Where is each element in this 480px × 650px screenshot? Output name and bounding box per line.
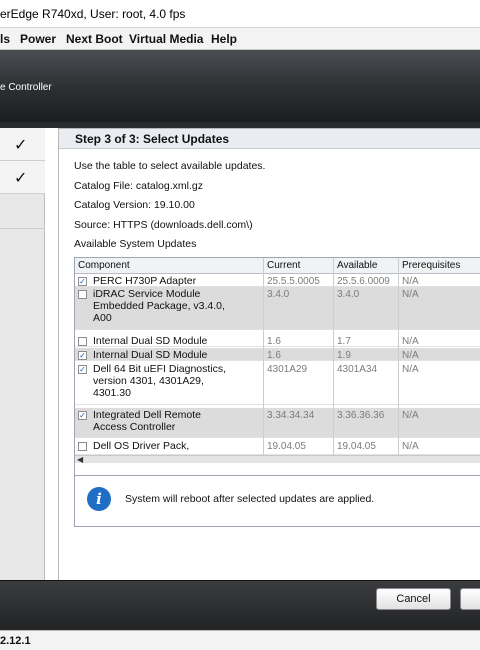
prerequisites-value: N/A (402, 410, 419, 421)
prerequisites-value: N/A (402, 441, 419, 452)
column-divider (398, 258, 399, 455)
column-divider (263, 258, 264, 455)
update-checkbox[interactable] (78, 337, 87, 346)
reboot-notice: i System will reboot after selected upda… (74, 475, 480, 527)
window-title: erEdge R740xd, User: root, 4.0 fps (0, 7, 186, 21)
component-name: Integrated Dell Remote Access Controller (93, 409, 201, 433)
update-checkbox[interactable] (78, 290, 87, 299)
scroll-left-arrow-icon[interactable]: ◀ (77, 455, 83, 464)
table-row[interactable]: ✓ PERC H730P Adapter 25.5.5.0005 25.5.6.… (75, 274, 480, 287)
source-text: Source: HTTPS (downloads.dell.com\) (74, 219, 253, 231)
component-name: Internal Dual SD Module (93, 335, 208, 347)
available-version: 19.04.05 (337, 441, 376, 452)
menu-virtual-media[interactable]: Virtual Media (129, 32, 203, 46)
update-checkbox[interactable]: ✓ (78, 365, 87, 374)
cancel-button[interactable]: Cancel (376, 588, 451, 610)
current-version: 3.34.34.34 (267, 410, 315, 421)
available-version: 3.4.0 (337, 289, 360, 300)
current-version: 3.4.0 (267, 289, 290, 300)
column-header-component[interactable]: Component (78, 260, 130, 271)
main-panel: Step 3 of 3: Select Updates Use the tabl… (58, 128, 480, 580)
menu-next-boot[interactable]: Next Boot (66, 32, 123, 46)
table-row[interactable]: Dell OS Driver Pack, 19.04.05, A00 19.04… (75, 439, 480, 455)
menu-power[interactable]: Power (20, 32, 56, 46)
banner-title: e Controller (0, 82, 52, 93)
component-name: Dell OS Driver Pack, 19.04.05, A00 (93, 440, 190, 454)
available-version: 1.7 (337, 336, 351, 347)
update-checkbox[interactable]: ✓ (78, 277, 87, 286)
instructions-text: Use the table to select available update… (74, 160, 266, 172)
wizard-step-2[interactable]: ✓ (0, 161, 45, 194)
check-icon: ✓ (14, 137, 28, 154)
prerequisites-value: N/A (402, 350, 419, 361)
current-version: 1.6 (267, 336, 281, 347)
available-version: 4301A34 (337, 364, 378, 375)
table-row[interactable]: Internal Dual SD Module 1.6 1.7 N/A (75, 334, 480, 347)
info-icon: i (87, 487, 111, 511)
wizard-steps-sidebar: ✓ ✓ (0, 128, 45, 580)
prerequisites-value: N/A (402, 289, 419, 300)
available-version: 3.36.36.36 (337, 410, 385, 421)
component-name: PERC H730P Adapter (93, 275, 197, 287)
column-header-current[interactable]: Current (267, 260, 300, 271)
sidebar-divider (0, 228, 45, 229)
column-divider (333, 258, 334, 455)
header-banner: e Controller (0, 50, 480, 122)
version-text: 2.12.1 (0, 635, 31, 647)
update-checkbox[interactable] (78, 442, 87, 451)
horizontal-scrollbar[interactable]: ◀ (75, 455, 480, 464)
update-checkbox[interactable]: ✓ (78, 411, 87, 420)
dialog-footer: Cancel (0, 580, 480, 630)
page-title: Step 3 of 3: Select Updates (75, 132, 230, 146)
check-icon: ✓ (14, 170, 28, 187)
status-bar: 2.12.1 (0, 630, 480, 650)
component-name: Internal Dual SD Module (93, 349, 208, 361)
menu-bar: ls Power Next Boot Virtual Media Help (0, 28, 480, 50)
window-titlebar: erEdge R740xd, User: root, 4.0 fps (0, 0, 480, 28)
prerequisites-value: N/A (402, 336, 419, 347)
menu-help[interactable]: Help (211, 32, 237, 46)
current-version: 19.04.05 (267, 441, 306, 452)
table-row[interactable]: ✓ Dell 64 Bit uEFI Diagnostics, version … (75, 362, 480, 405)
reboot-notice-text: System will reboot after selected update… (125, 493, 375, 505)
finish-button[interactable] (460, 588, 480, 610)
table-row[interactable]: iDRAC Service Module Embedded Package, v… (75, 287, 480, 330)
catalog-version-text: Catalog Version: 19.10.00 (74, 199, 195, 211)
component-name: iDRAC Service Module Embedded Package, v… (93, 288, 225, 324)
current-version: 4301A29 (267, 364, 308, 375)
column-header-available[interactable]: Available (337, 260, 377, 271)
updates-table: Component Current Available Prerequisite… (74, 257, 480, 484)
component-name: Dell 64 Bit uEFI Diagnostics, version 43… (93, 363, 227, 399)
table-row[interactable]: ✓ Internal Dual SD Module 1.6 1.9 N/A (75, 348, 480, 361)
catalog-file-text: Catalog File: catalog.xml.gz (74, 180, 203, 192)
prerequisites-value: N/A (402, 364, 419, 375)
wizard-step-1[interactable]: ✓ (0, 128, 45, 161)
available-version: 1.9 (337, 350, 351, 361)
table-row[interactable]: ✓ Integrated Dell Remote Access Controll… (75, 408, 480, 438)
available-updates-label: Available System Updates (74, 238, 197, 250)
prerequisites-value: N/A (402, 276, 419, 287)
update-checkbox[interactable]: ✓ (78, 351, 87, 360)
current-version: 1.6 (267, 350, 281, 361)
step-header: Step 3 of 3: Select Updates (59, 129, 480, 149)
table-header: Component Current Available Prerequisite… (75, 258, 480, 274)
column-header-prerequisites[interactable]: Prerequisites (402, 260, 460, 271)
menu-tools[interactable]: ls (0, 32, 10, 46)
